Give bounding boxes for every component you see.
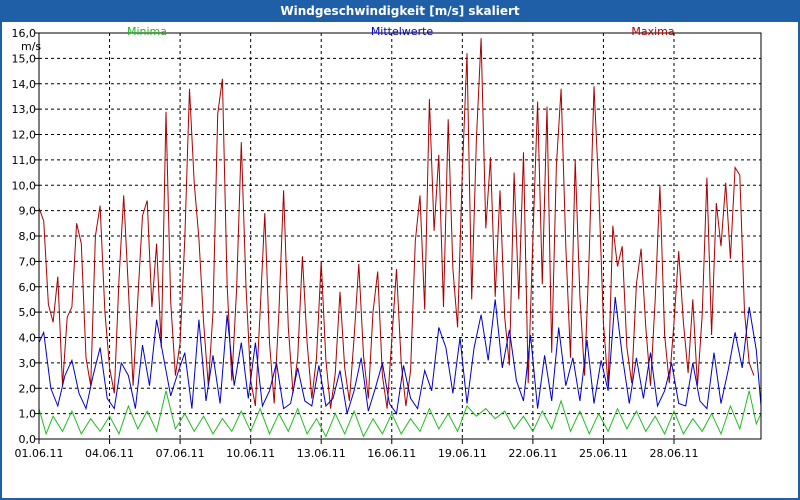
wind-speed-chart: 0,0 1,0 2,0 3,0 4,0 5,0 6,0 7,0 8,0 9,0 10,0 11,0 12… — [12, 25, 762, 460]
y-tick-label: 8,0 — [19, 230, 37, 243]
y-tick-label: 9,0 — [19, 205, 37, 218]
x-tick-label: 16.06.11 — [367, 447, 416, 460]
y-tick-label: 10,0 — [12, 179, 37, 192]
y-tick-label: 4,0 — [19, 332, 37, 345]
y-tick-label: 2,0 — [19, 382, 37, 395]
y-tick-label: 13,0 — [12, 103, 37, 116]
x-tick-label: 25.06.11 — [579, 447, 628, 460]
y-tick-label: 5,0 — [19, 306, 37, 319]
legend-entry-mittelwerte: Mittelwerte — [371, 25, 434, 38]
y-tick-label: 14,0 — [12, 78, 37, 91]
y-tick-label: 11,0 — [12, 154, 37, 167]
y-axis-label: m/s — [21, 40, 41, 53]
y-tick-label: 7,0 — [19, 255, 37, 268]
x-tick-label: 19.06.11 — [438, 447, 487, 460]
window-title: Windgeschwindigkeit [m/s] skaliert — [280, 4, 520, 18]
chart-panel: 0,0 1,0 2,0 3,0 4,0 5,0 6,0 7,0 8,0 9,0 10,0 11,0 12… — [2, 22, 798, 498]
y-tick-label: 3,0 — [19, 357, 37, 370]
series-layer — [38, 38, 762, 438]
series-line-maxima — [38, 38, 755, 409]
y-tick-label: 6,0 — [19, 281, 37, 294]
legend-entry-maxima: Maxima — [631, 25, 674, 38]
y-tick-label: 15,0 — [12, 52, 37, 65]
y-tick-label: 0,0 — [19, 433, 37, 446]
chart-window: Windgeschwindigkeit [m/s] skaliert 0,0 1,… — [0, 0, 800, 500]
grid — [38, 32, 761, 440]
x-tick-label: 01.06.11 — [15, 447, 64, 460]
x-tick-label: 28.06.11 — [649, 447, 698, 460]
x-tick-label: 07.06.11 — [156, 447, 205, 460]
y-tick-label: 1,0 — [19, 408, 37, 421]
y-tick-label: 12,0 — [12, 129, 37, 142]
legend-entry-minima: Minima — [127, 25, 167, 38]
x-tick-label: 04.06.11 — [85, 447, 134, 460]
x-tick-label: 22.06.11 — [508, 447, 557, 460]
x-tick-label: 13.06.11 — [297, 447, 346, 460]
series-line-mittelwerte — [38, 296, 762, 415]
x-tick-label: 10.06.11 — [226, 447, 275, 460]
y-tick-label: 16,0 — [12, 27, 37, 40]
legend: Minima Mittelwerte Maxima — [127, 25, 675, 38]
